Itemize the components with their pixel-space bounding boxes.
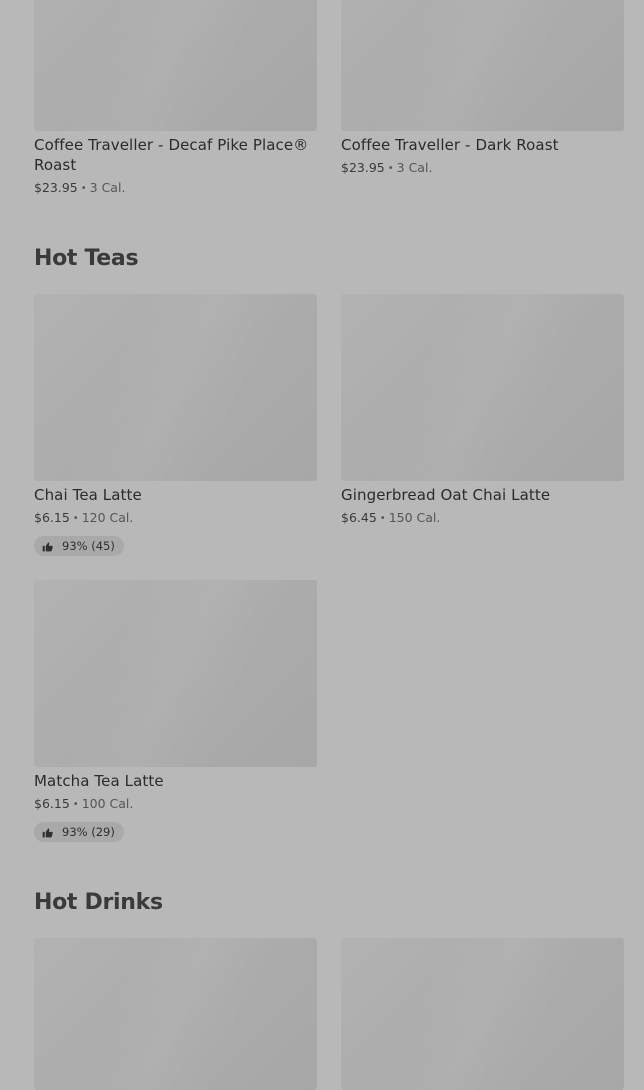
item-image xyxy=(341,0,624,131)
menu-item-card[interactable] xyxy=(34,938,317,1090)
item-image xyxy=(34,294,317,481)
menu-item-card[interactable]: Gingerbread Oat Chai Latte $6.45 • 150 Cal… xyxy=(341,294,624,529)
menu-item-card[interactable]: Chai Tea Latte $6.15 • 120 Cal. 93% (45) xyxy=(34,294,317,556)
item-meta: $23.95 • 3 Cal. xyxy=(341,159,624,179)
menu-item-card[interactable]: Matcha Tea Latte $6.15 • 100 Cal. 93% (29) xyxy=(34,580,317,842)
item-calories: 150 Cal. xyxy=(388,510,441,525)
rating-text: 93% (45) xyxy=(62,539,115,553)
item-meta: $6.45 • 150 Cal. xyxy=(341,509,624,529)
item-meta: $23.95 • 3 Cal. xyxy=(34,179,317,199)
item-image xyxy=(34,938,317,1090)
item-calories: 120 Cal. xyxy=(81,510,134,525)
section-title-hot-teas: Hot Teas xyxy=(34,246,139,271)
item-price: $6.15 xyxy=(34,796,70,811)
separator-dot: • xyxy=(387,163,394,174)
item-name: Chai Tea Latte xyxy=(34,486,142,504)
section-title-hot-drinks: Hot Drinks xyxy=(34,890,163,915)
thumbs-up-icon xyxy=(42,827,53,837)
item-meta: $6.15 • 120 Cal. xyxy=(34,509,317,529)
separator-dot: • xyxy=(379,513,386,524)
item-price: $6.15 xyxy=(34,510,70,525)
item-price: $6.45 xyxy=(341,510,377,525)
item-image xyxy=(341,938,624,1090)
item-calories: 3 Cal. xyxy=(396,160,433,175)
item-price: $23.95 xyxy=(341,160,385,175)
item-image xyxy=(34,580,317,767)
rating-text: 93% (29) xyxy=(62,825,115,839)
separator-dot: • xyxy=(72,513,79,524)
item-calories: 100 Cal. xyxy=(81,796,134,811)
item-name: Coffee Traveller - Decaf Pike Place® Roa… xyxy=(34,136,309,174)
menu-item-card[interactable] xyxy=(341,938,624,1090)
item-meta: $6.15 • 100 Cal. xyxy=(34,795,317,815)
rating-badge: 93% (29) xyxy=(34,822,124,842)
menu-item-card[interactable]: Coffee Traveller - Decaf Pike Place® Roa… xyxy=(34,0,317,199)
item-name: Matcha Tea Latte xyxy=(34,772,164,790)
item-image xyxy=(34,0,317,131)
item-image xyxy=(341,294,624,481)
thumbs-up-icon xyxy=(42,541,53,551)
rating-badge: 93% (45) xyxy=(34,536,124,556)
item-calories: 3 Cal. xyxy=(89,180,126,195)
item-price: $23.95 xyxy=(34,180,78,195)
item-name: Gingerbread Oat Chai Latte xyxy=(341,486,551,504)
item-name: Coffee Traveller - Dark Roast xyxy=(341,136,559,154)
separator-dot: • xyxy=(72,799,79,810)
separator-dot: • xyxy=(80,183,87,194)
menu-item-card[interactable]: Coffee Traveller - Dark Roast $23.95 • 3 C… xyxy=(341,0,624,179)
